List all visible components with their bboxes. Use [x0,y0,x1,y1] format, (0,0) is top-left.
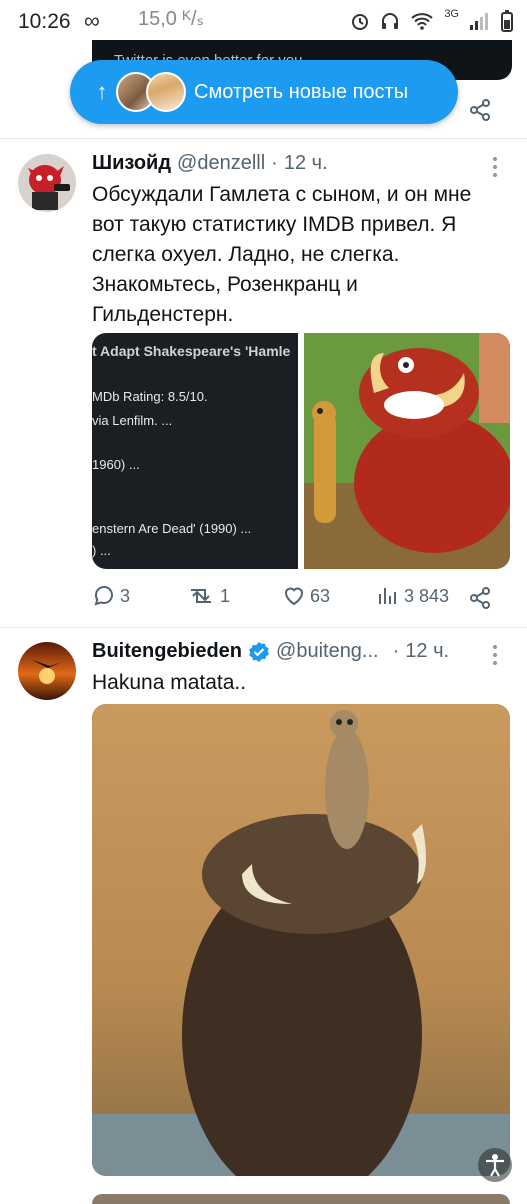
tweet-header: Шизойд @denzelll · 12 ч. [92,152,328,175]
network-type: 3G [444,8,459,20]
headphones-icon [382,13,399,29]
media-text-line: t Adapt Shakespeare's 'Hamle [92,343,291,359]
author-avatar[interactable] [18,154,76,212]
author-name[interactable]: Шизойд [92,152,171,175]
like-count: 63 [310,585,331,606]
battery-icon [501,10,513,32]
more-options-icon[interactable] [492,156,498,178]
status-time: 10:26 [18,10,71,33]
media-text-line: via Lenfilm. ... [92,413,173,428]
arrow-up-icon: ↑ [96,79,108,104]
divider [0,627,527,628]
avatar-image [18,642,76,700]
avatar-image [18,154,76,212]
repost-button[interactable]: 1 [186,584,230,608]
signal-icon [470,13,488,30]
accessibility-icon [486,1154,504,1177]
reply-button[interactable]: 3 [92,584,130,608]
wifi-icon [411,13,433,30]
verified-badge-icon [249,641,270,662]
tweet-text: Обсуждали Гамлета с сыном, и он мне вот … [92,180,512,330]
tweet-media-photo[interactable] [92,704,510,1176]
tweet-time[interactable]: 12 ч. [405,640,449,663]
new-posts-button[interactable]: ↑ Смотреть новые посты [70,60,458,124]
more-options-icon[interactable] [492,644,498,666]
network-speed: 15,0 ᴷ/ₛ [138,8,204,30]
reply-icon [94,586,113,606]
meerkat-warthog-photo [92,704,510,1176]
reply-count: 3 [120,585,131,606]
new-posts-label: Смотреть новые посты [194,80,409,103]
share-icon[interactable] [468,586,492,610]
author-avatar[interactable] [18,642,76,700]
tweet-text: Hakuna matata.. [92,671,247,694]
accessibility-button[interactable] [478,1148,512,1182]
tweet-dot: · [271,152,278,174]
media-text-line: 1960) ... [92,457,140,472]
views-count: 3 843 [404,585,450,606]
like-button[interactable]: 63 [282,584,330,608]
alarm-icon [352,14,369,30]
repost-count: 1 [220,585,231,606]
status-icons: 3G [350,8,513,32]
author-name[interactable]: Buitengebieden [92,640,242,663]
infinity-icon: ∞ [84,8,100,33]
repost-icon [191,589,211,603]
heart-icon [284,587,304,606]
share-icon[interactable] [468,98,492,122]
author-handle[interactable]: @buiteng... [276,640,379,663]
tweet-text-line: Гильденстерн. [92,303,234,326]
author-handle[interactable]: @denzelll [177,152,265,175]
tweet-dot: · [392,640,400,662]
media-text-line: ) ... [92,543,111,558]
media-cartoon-image[interactable] [304,333,510,569]
new-posts-avatars [116,72,188,112]
media-text-line: enstern Are Dead' (1990) ... [92,521,252,536]
cartoon-image [304,333,510,569]
tweet-time[interactable]: 12 ч. [284,152,328,175]
tweet-text-line: Знакомьтесь, Розенкранц и [92,273,358,296]
views-icon [379,588,396,604]
tweet-actions: 3 1 63 3 843 [92,584,512,614]
tweet-text-line: слегка охуел. Ладно, не слегка. [92,243,400,266]
tweet-media-grid[interactable]: t Adapt Shakespeare's 'Hamle MDb Rating:… [92,333,510,569]
next-media-edge [92,1194,510,1204]
divider [0,138,527,139]
media-text-line: MDb Rating: 8.5/10. [92,389,208,404]
tweet-text-line: вот такую статистику IMDB привел. Я [92,213,457,236]
tweet-text-line: Обсуждали Гамлета с сыном, и он мне [92,183,472,206]
tweet-header: Buitengebieden @buiteng... · 12 ч. [92,640,449,663]
media-screenshot[interactable]: t Adapt Shakespeare's 'Hamle MDb Rating:… [92,333,298,569]
avatar [146,72,186,112]
views-button[interactable]: 3 843 [376,584,449,608]
